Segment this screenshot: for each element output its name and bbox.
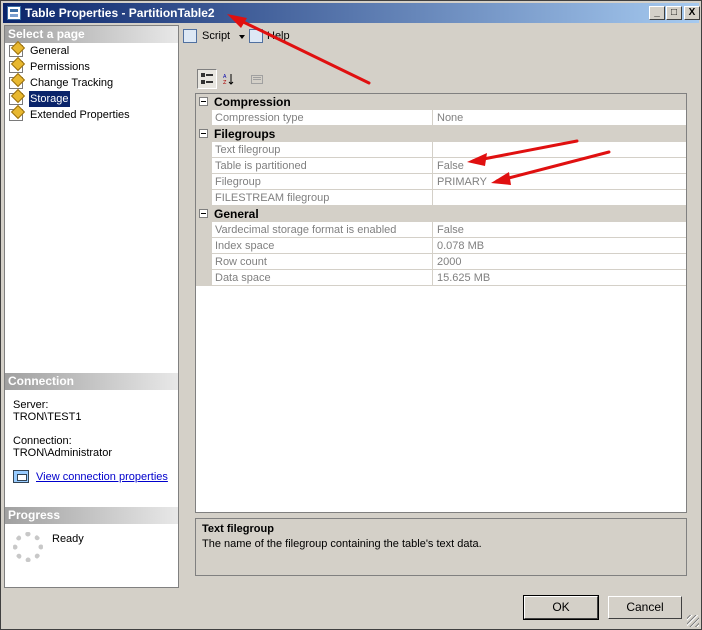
title-bar[interactable]: Table Properties - PartitionTable2 _ □ X: [3, 3, 700, 23]
select-page-header: Select a page: [5, 26, 178, 43]
server-value: TRON\TEST1: [13, 411, 82, 423]
row-gutter: [196, 158, 212, 174]
property-row[interactable]: Table is partitioned False: [196, 158, 686, 174]
collapse-icon[interactable]: [199, 129, 208, 138]
nav-item-label: Permissions: [30, 61, 90, 73]
description-text: The name of the filegroup containing the…: [202, 538, 482, 550]
description-title: Text filegroup: [202, 523, 274, 535]
property-grid[interactable]: Compression Compression type None Filegr…: [195, 93, 687, 513]
svg-text:Z: Z: [223, 80, 227, 85]
row-gutter: [196, 270, 212, 286]
row-gutter: [196, 222, 212, 238]
description-panel: Text filegroup The name of the filegroup…: [195, 518, 687, 576]
category-label: Filegroups: [214, 127, 276, 141]
server-label: Server:: [13, 399, 49, 411]
property-name: Data space: [213, 270, 433, 286]
nav-item-label: Storage: [28, 90, 71, 108]
category-label: Compression: [214, 95, 291, 109]
connection-properties-icon: [13, 470, 29, 483]
nav-item-label: General: [30, 45, 70, 57]
property-name: Vardecimal storage format is enabled: [213, 222, 433, 238]
progress-spinner-icon: [13, 532, 43, 562]
page-icon: [9, 77, 23, 89]
property-row[interactable]: Filegroup PRIMARY: [196, 174, 686, 190]
property-row[interactable]: Compression type None: [196, 110, 686, 126]
property-name: Compression type: [213, 110, 433, 126]
category-label: General: [214, 207, 259, 221]
property-row[interactable]: Index space 0.078 MB: [196, 238, 686, 254]
progress-status: Ready: [52, 533, 84, 545]
connection-value: TRON\Administrator: [13, 447, 113, 459]
connection-header: Connection: [5, 373, 178, 390]
page-icon: [9, 93, 23, 105]
row-gutter: [196, 174, 212, 190]
script-label: Script: [202, 30, 231, 42]
page-icon: [9, 45, 23, 57]
alphabetical-button[interactable]: A Z: [219, 69, 239, 89]
collapse-icon[interactable]: [199, 97, 208, 106]
nav-item-label: Change Tracking: [30, 77, 114, 89]
row-gutter: [196, 110, 212, 126]
property-name: FILESTREAM filegroup: [213, 190, 433, 206]
row-gutter: [196, 142, 212, 158]
property-pane: A Z Compression Compression type None Fi…: [181, 47, 699, 588]
property-row[interactable]: Row count 2000: [196, 254, 686, 270]
table-properties-window: Table Properties - PartitionTable2 _ □ X…: [0, 0, 702, 630]
property-pages-button[interactable]: [247, 69, 267, 89]
property-pages-icon: [251, 75, 263, 84]
resize-grip-icon[interactable]: [687, 615, 699, 627]
row-gutter: [196, 254, 212, 270]
collapse-icon[interactable]: [199, 209, 208, 218]
page-icon: [9, 109, 23, 121]
top-toolbar: Script Help: [181, 25, 699, 47]
property-value: [434, 142, 686, 158]
window-title: Table Properties - PartitionTable2: [25, 6, 215, 20]
view-connection-properties-link[interactable]: View connection properties: [36, 471, 168, 483]
property-value: 2000: [437, 256, 462, 268]
category-filegroups[interactable]: Filegroups: [196, 126, 686, 142]
chevron-down-icon[interactable]: [239, 35, 245, 39]
page-icon: [9, 61, 23, 73]
property-name: Index space: [213, 238, 433, 254]
property-name: Filegroup: [213, 174, 433, 190]
property-value: False: [437, 160, 464, 172]
help-icon: [249, 29, 263, 43]
category-general[interactable]: General: [196, 206, 686, 222]
ok-button[interactable]: OK: [523, 595, 599, 620]
property-row[interactable]: Text filegroup: [196, 142, 686, 158]
property-value: 15.625 MB: [437, 272, 491, 284]
nav-item-label: Extended Properties: [30, 109, 130, 121]
help-label: Help: [267, 30, 290, 42]
help-button[interactable]: Help: [249, 27, 293, 45]
property-row[interactable]: FILESTREAM filegroup: [196, 190, 686, 206]
property-name: Table is partitioned: [213, 158, 433, 174]
script-button[interactable]: Script: [183, 27, 245, 45]
progress-header: Progress: [5, 507, 178, 524]
row-gutter: [196, 238, 212, 254]
maximize-button[interactable]: □: [666, 6, 682, 20]
row-gutter: [196, 190, 212, 206]
property-name: Text filegroup: [213, 142, 433, 158]
property-value: None: [437, 112, 464, 124]
close-button[interactable]: X: [684, 6, 700, 20]
categorized-icon: [201, 73, 213, 84]
table-icon: [7, 6, 21, 20]
property-value: [434, 190, 686, 206]
categorized-button[interactable]: [197, 69, 217, 89]
connection-label: Connection:: [13, 435, 72, 447]
property-value: False: [437, 224, 464, 236]
sort-alphabetical-icon: A Z: [223, 74, 234, 85]
property-row[interactable]: Data space 15.625 MB: [196, 270, 686, 286]
minimize-button[interactable]: _: [649, 6, 665, 20]
property-row[interactable]: Vardecimal storage format is enabled Fal…: [196, 222, 686, 238]
property-name: Row count: [213, 254, 433, 270]
property-value: PRIMARY: [437, 176, 487, 188]
left-pane: Select a page General Permissions Change…: [4, 25, 179, 588]
category-compression[interactable]: Compression: [196, 94, 686, 110]
script-icon: [183, 29, 197, 43]
property-value: 0.078 MB: [437, 240, 485, 252]
cancel-button[interactable]: Cancel: [608, 596, 682, 619]
